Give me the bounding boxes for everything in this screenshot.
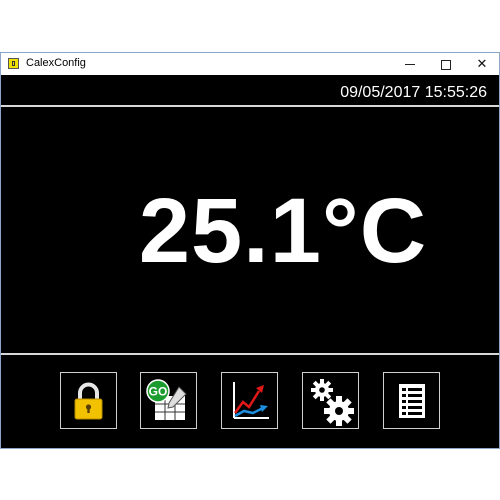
chart-icon xyxy=(233,382,269,419)
start-logging-button[interactable]: GO xyxy=(140,372,197,429)
list-icon xyxy=(399,384,425,418)
minimize-button[interactable] xyxy=(395,53,425,75)
minimize-icon xyxy=(405,64,415,66)
chart-button[interactable] xyxy=(221,372,278,429)
settings-button[interactable] xyxy=(302,372,359,429)
app-window: CalexConfig ✕ 09/05/2017 15:55:26 25.1°C xyxy=(0,52,500,449)
main-display: 09/05/2017 15:55:26 25.1°C GO xyxy=(1,75,499,448)
list-button[interactable] xyxy=(383,372,440,429)
lock-button[interactable] xyxy=(60,372,117,429)
temperature-reading: 25.1°C xyxy=(138,180,428,282)
title-bar[interactable]: CalexConfig ✕ xyxy=(1,53,499,75)
go-badge: GO xyxy=(149,385,168,399)
maximize-icon xyxy=(441,59,451,70)
go-logging-icon: GO xyxy=(146,379,187,420)
lock-icon xyxy=(74,382,103,420)
app-icon xyxy=(8,58,19,69)
bottom-divider xyxy=(1,353,499,355)
settings-gears-icon xyxy=(311,379,354,426)
datetime-label: 09/05/2017 15:55:26 xyxy=(340,84,487,101)
close-button[interactable]: ✕ xyxy=(467,53,497,75)
window-title: CalexConfig xyxy=(26,57,86,69)
maximize-button[interactable] xyxy=(431,53,461,75)
top-divider xyxy=(1,105,499,107)
